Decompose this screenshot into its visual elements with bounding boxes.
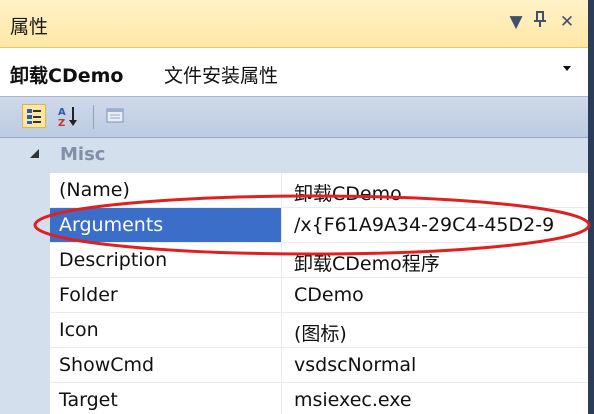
property-value: CDemo bbox=[294, 284, 364, 306]
pin-icon-glyph bbox=[534, 11, 546, 27]
collapse-triangle-glyph bbox=[30, 149, 39, 158]
property-name-cell[interactable]: Arguments bbox=[50, 208, 282, 242]
row-gutter bbox=[0, 208, 50, 243]
svg-text:A: A bbox=[58, 107, 66, 118]
property-value: msiexec.exe bbox=[294, 389, 412, 411]
property-row-arguments[interactable]: Arguments /x{F61A9A34-29C4-45D2-9 bbox=[0, 208, 588, 243]
category-label: Misc bbox=[60, 144, 106, 165]
row-gutter bbox=[0, 348, 50, 383]
object-selector-dropdown[interactable]: 卸载CDemo 文件安装属性 bbox=[0, 48, 588, 97]
dropdown-arrow-glyph bbox=[563, 66, 571, 71]
property-value-cell[interactable]: vsdscNormal bbox=[283, 348, 588, 382]
property-value: 卸载CDemo bbox=[294, 183, 402, 205]
panel-title: 属性 bbox=[10, 16, 49, 38]
property-name-cell[interactable]: Folder bbox=[50, 278, 282, 312]
property-value: vsdscNormal bbox=[294, 354, 417, 376]
property-row-description[interactable]: Description 卸载CDemo程序 bbox=[0, 243, 588, 278]
row-gutter bbox=[0, 173, 50, 208]
row-gutter bbox=[0, 313, 50, 348]
row-gutter bbox=[0, 383, 50, 414]
property-toolbar: A Z bbox=[0, 97, 588, 138]
property-value-cell[interactable]: (图标) bbox=[283, 313, 588, 347]
pin-icon[interactable] bbox=[530, 10, 550, 34]
close-icon[interactable]: ✕ bbox=[556, 10, 578, 34]
row-gutter bbox=[0, 243, 50, 278]
window-position-dropdown-icon[interactable]: ▼ bbox=[506, 10, 526, 34]
property-name: Folder bbox=[59, 284, 118, 306]
property-row-name[interactable]: (Name) 卸载CDemo bbox=[0, 173, 588, 208]
property-name: Description bbox=[59, 249, 168, 271]
property-value: (图标) bbox=[294, 323, 347, 345]
property-name: Icon bbox=[59, 319, 99, 341]
property-value-cell[interactable]: /x{F61A9A34-29C4-45D2-9 bbox=[283, 208, 588, 242]
property-name: (Name) bbox=[59, 179, 130, 201]
property-name: Target bbox=[59, 389, 118, 411]
properties-panel: 属性 ▼ ✕ 卸载CDemo 文件安装属性 A Z Misc (Name) 卸载… bbox=[0, 0, 588, 414]
property-grid: Misc (Name) 卸载CDemo Arguments /x{F61A9A3… bbox=[0, 138, 588, 414]
property-name-cell[interactable]: Description bbox=[50, 243, 282, 277]
object-type-label: 文件安装属性 bbox=[164, 65, 279, 87]
property-name-cell[interactable]: Icon bbox=[50, 313, 282, 347]
property-value-cell[interactable]: 卸载CDemo bbox=[283, 173, 588, 207]
property-name-cell[interactable]: Target bbox=[50, 383, 282, 414]
property-name: ShowCmd bbox=[59, 354, 155, 376]
sort-az-icon: A Z bbox=[58, 107, 77, 129]
property-row-target[interactable]: Target msiexec.exe bbox=[0, 383, 588, 414]
property-name-cell[interactable]: ShowCmd bbox=[50, 348, 282, 382]
property-value: 卸载CDemo程序 bbox=[294, 253, 440, 275]
categorized-icon bbox=[27, 109, 41, 124]
dropdown-arrow-icon[interactable] bbox=[562, 62, 572, 77]
property-row-icon[interactable]: Icon (图标) bbox=[0, 313, 588, 348]
panel-title-bar: 属性 ▼ ✕ bbox=[0, 0, 588, 48]
property-value: /x{F61A9A34-29C4-45D2-9 bbox=[294, 214, 555, 236]
alphabetical-sort-button[interactable]: A Z bbox=[56, 104, 80, 129]
svg-text:Z: Z bbox=[58, 118, 65, 128]
property-pages-button[interactable] bbox=[104, 104, 128, 128]
collapse-triangle-icon[interactable] bbox=[28, 147, 40, 163]
property-value-cell[interactable]: CDemo bbox=[283, 278, 588, 312]
object-name: 卸载CDemo bbox=[10, 65, 124, 87]
property-row-showcmd[interactable]: ShowCmd vsdscNormal bbox=[0, 348, 588, 383]
categorized-view-button[interactable] bbox=[22, 104, 46, 128]
property-name: Arguments bbox=[59, 214, 164, 236]
property-value-cell[interactable]: 卸载CDemo程序 bbox=[283, 243, 588, 277]
property-value-cell[interactable]: msiexec.exe bbox=[283, 383, 588, 414]
toolbar-separator bbox=[93, 105, 94, 129]
property-row-folder[interactable]: Folder CDemo bbox=[0, 278, 588, 313]
category-header-misc[interactable]: Misc bbox=[0, 138, 588, 173]
property-name-cell[interactable]: (Name) bbox=[50, 173, 282, 207]
row-gutter bbox=[0, 278, 50, 313]
property-pages-icon bbox=[106, 108, 124, 123]
